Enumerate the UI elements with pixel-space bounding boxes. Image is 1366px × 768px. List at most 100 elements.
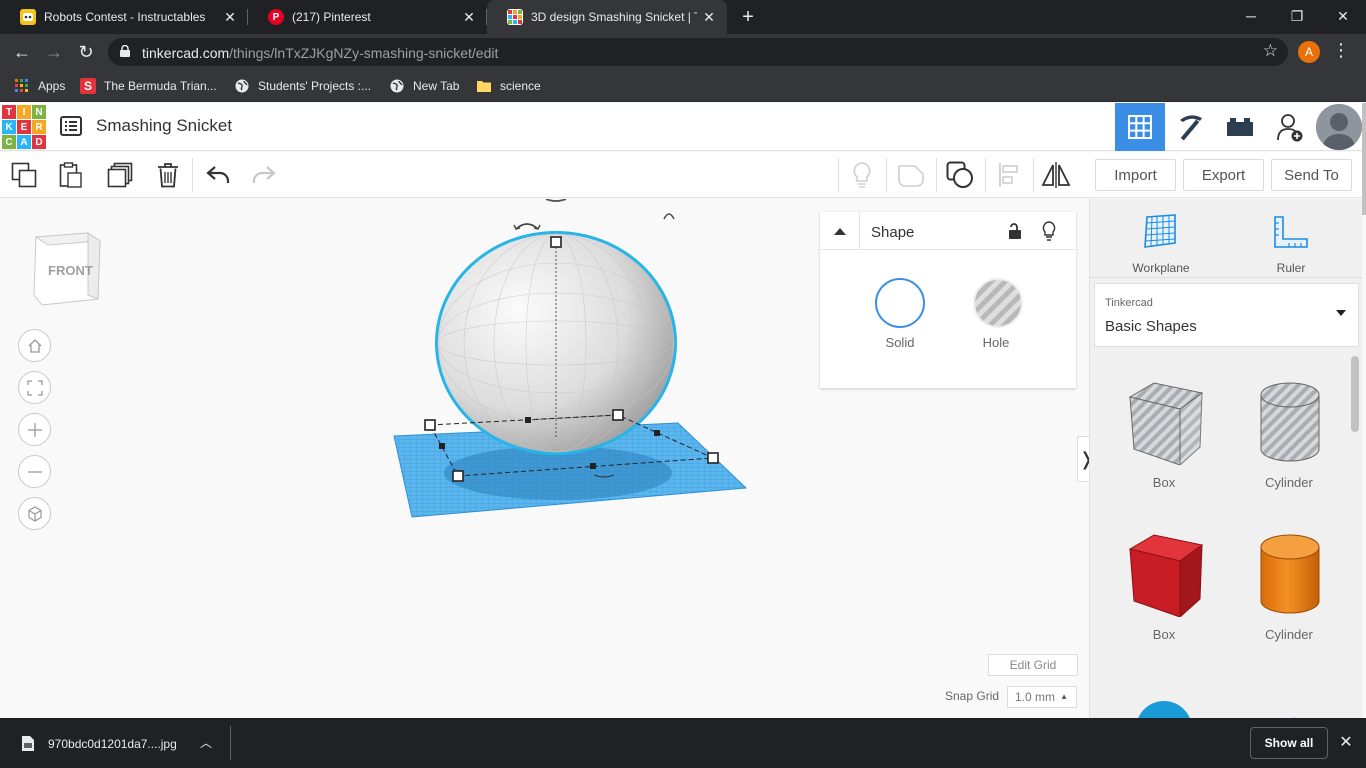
chevron-up-icon[interactable]: ︿	[200, 734, 212, 751]
lock-icon	[120, 45, 130, 57]
pinterest-icon: P	[268, 9, 284, 25]
tab-instructables[interactable]: Robots Contest - Instructables ✕	[0, 0, 248, 34]
shape-cylinder-hole[interactable]: Cylinder	[1229, 355, 1349, 495]
shape-label: Cylinder	[1265, 627, 1313, 642]
bookmark-label: The Bermuda Trian...	[104, 79, 217, 93]
paste-button[interactable]	[55, 159, 87, 191]
cylinder-hole-icon	[1260, 382, 1320, 462]
close-icon[interactable]: ✕	[1338, 732, 1354, 752]
shape-sphere-partial[interactable]	[1104, 659, 1224, 718]
undo-button[interactable]	[202, 159, 234, 191]
logo-letter: T	[2, 105, 16, 119]
scene-canvas[interactable]	[380, 199, 760, 529]
snap-grid-select[interactable]: 1.0 mm ▲	[1007, 686, 1077, 708]
caret-up-icon	[833, 227, 846, 235]
ungroup-button[interactable]	[944, 159, 976, 191]
logo-letter: E	[17, 120, 31, 134]
divider	[230, 726, 231, 760]
fit-view-button[interactable]	[18, 371, 51, 404]
rotate-handle-icon[interactable]	[663, 213, 675, 220]
notes-button[interactable]	[846, 159, 878, 191]
logo-letter: N	[32, 105, 46, 119]
solid-color-swatch[interactable]	[875, 278, 925, 328]
menu-kebab-icon[interactable]: ⋮	[1332, 40, 1350, 61]
bookmark-new-tab[interactable]: New Tab	[389, 70, 459, 102]
shape-box-solid[interactable]: Box	[1104, 507, 1224, 647]
shape-scribble-partial[interactable]	[1229, 659, 1349, 718]
download-filename[interactable]: 970bdc0d1201da7....jpg	[48, 737, 177, 751]
globe-icon	[389, 78, 405, 94]
pickaxe-icon	[1180, 115, 1202, 141]
light-button[interactable]	[1039, 221, 1059, 241]
shape-library-select[interactable]: Tinkercad Basic Shapes	[1094, 283, 1359, 347]
file-icon	[22, 736, 34, 751]
lock-button[interactable]	[1005, 221, 1025, 241]
address-bar[interactable]: tinkercad.com/things/lnTxZJKgNZy-smashin…	[108, 38, 1288, 66]
delete-button[interactable]	[152, 159, 184, 191]
duplicate-button[interactable]	[104, 159, 136, 191]
shape-box-hole[interactable]: Box	[1104, 355, 1224, 495]
show-all-button[interactable]: Show all	[1250, 727, 1328, 759]
browser-tab-strip: Robots Contest - Instructables ✕ P (217)…	[0, 0, 1366, 34]
reload-icon[interactable]: ↻	[74, 40, 98, 64]
tinkercad-icon	[507, 9, 523, 25]
bricks-button[interactable]	[1215, 103, 1265, 151]
edit-grid-button[interactable]: Edit Grid	[988, 654, 1078, 676]
ruler-tool[interactable]: Ruler	[1246, 211, 1336, 275]
user-avatar[interactable]	[1316, 104, 1362, 150]
zoom-out-button[interactable]	[18, 455, 51, 488]
collapse-button[interactable]	[820, 212, 860, 250]
tab-pinterest[interactable]: P (217) Pinterest ✕	[248, 0, 487, 34]
window-close-icon[interactable]: ✕	[1320, 0, 1366, 34]
close-icon[interactable]: ✕	[218, 9, 242, 26]
redo-button[interactable]	[248, 159, 280, 191]
library-group-label: Tinkercad	[1105, 297, 1153, 309]
bookmark-apps[interactable]: Apps	[14, 70, 65, 102]
zoom-in-button[interactable]	[18, 413, 51, 446]
shape-inspector: Shape Solid Hole	[820, 212, 1076, 388]
bookmark-science[interactable]: science	[476, 70, 541, 102]
user-silhouette-icon	[1316, 104, 1362, 150]
star-icon[interactable]: ☆	[1263, 41, 1278, 61]
globe-icon	[234, 78, 250, 94]
shape-label: Box	[1152, 627, 1176, 642]
shape-cylinder-solid[interactable]: Cylinder	[1229, 507, 1349, 647]
blocks-button[interactable]	[1165, 103, 1215, 151]
mirror-button[interactable]	[1040, 159, 1072, 191]
tinkercad-logo[interactable]: T I N K E R C A D	[2, 105, 46, 149]
box-hole-icon	[1128, 382, 1204, 465]
3d-view-button[interactable]	[1115, 103, 1165, 151]
align-button[interactable]	[993, 159, 1025, 191]
divider	[838, 158, 839, 192]
minimize-icon[interactable]: ─	[1228, 0, 1274, 34]
back-icon[interactable]: ←	[10, 40, 34, 64]
view-cube[interactable]: FRONT	[30, 229, 104, 309]
redo-icon	[252, 166, 276, 183]
page-scrollbar[interactable]	[1362, 103, 1366, 215]
copy-button[interactable]	[8, 159, 40, 191]
design-list-icon[interactable]	[60, 116, 82, 136]
hole-swatch[interactable]	[973, 278, 1023, 328]
close-icon[interactable]: ✕	[457, 9, 481, 26]
export-button[interactable]: Export	[1183, 159, 1264, 191]
design-title[interactable]: Smashing Snicket	[96, 116, 232, 136]
forward-icon[interactable]: →	[42, 40, 66, 64]
bookmark-label: New Tab	[413, 79, 460, 93]
restore-icon[interactable]: ❐	[1274, 0, 1320, 34]
import-button[interactable]: Import	[1095, 159, 1176, 191]
bookmark-label: science	[500, 79, 541, 93]
workplane-tool[interactable]: Workplane	[1116, 211, 1206, 275]
bookmark-bermuda[interactable]: S The Bermuda Trian...	[80, 70, 217, 102]
bookmark-students-projects[interactable]: Students' Projects :...	[234, 70, 371, 102]
home-view-button[interactable]	[18, 329, 51, 362]
new-tab-button[interactable]: +	[736, 5, 760, 29]
tab-tinkercad[interactable]: 3D design Smashing Snicket | Tin ✕	[487, 0, 727, 34]
close-icon[interactable]: ✕	[697, 9, 721, 26]
perspective-button[interactable]	[18, 497, 51, 530]
group-button[interactable]	[895, 159, 927, 191]
send-to-button[interactable]: Send To	[1271, 159, 1352, 191]
profile-avatar[interactable]: A	[1298, 41, 1320, 63]
share-button[interactable]	[1265, 103, 1315, 151]
plus-icon	[27, 422, 42, 437]
shapes-scrollbar[interactable]	[1351, 356, 1359, 432]
